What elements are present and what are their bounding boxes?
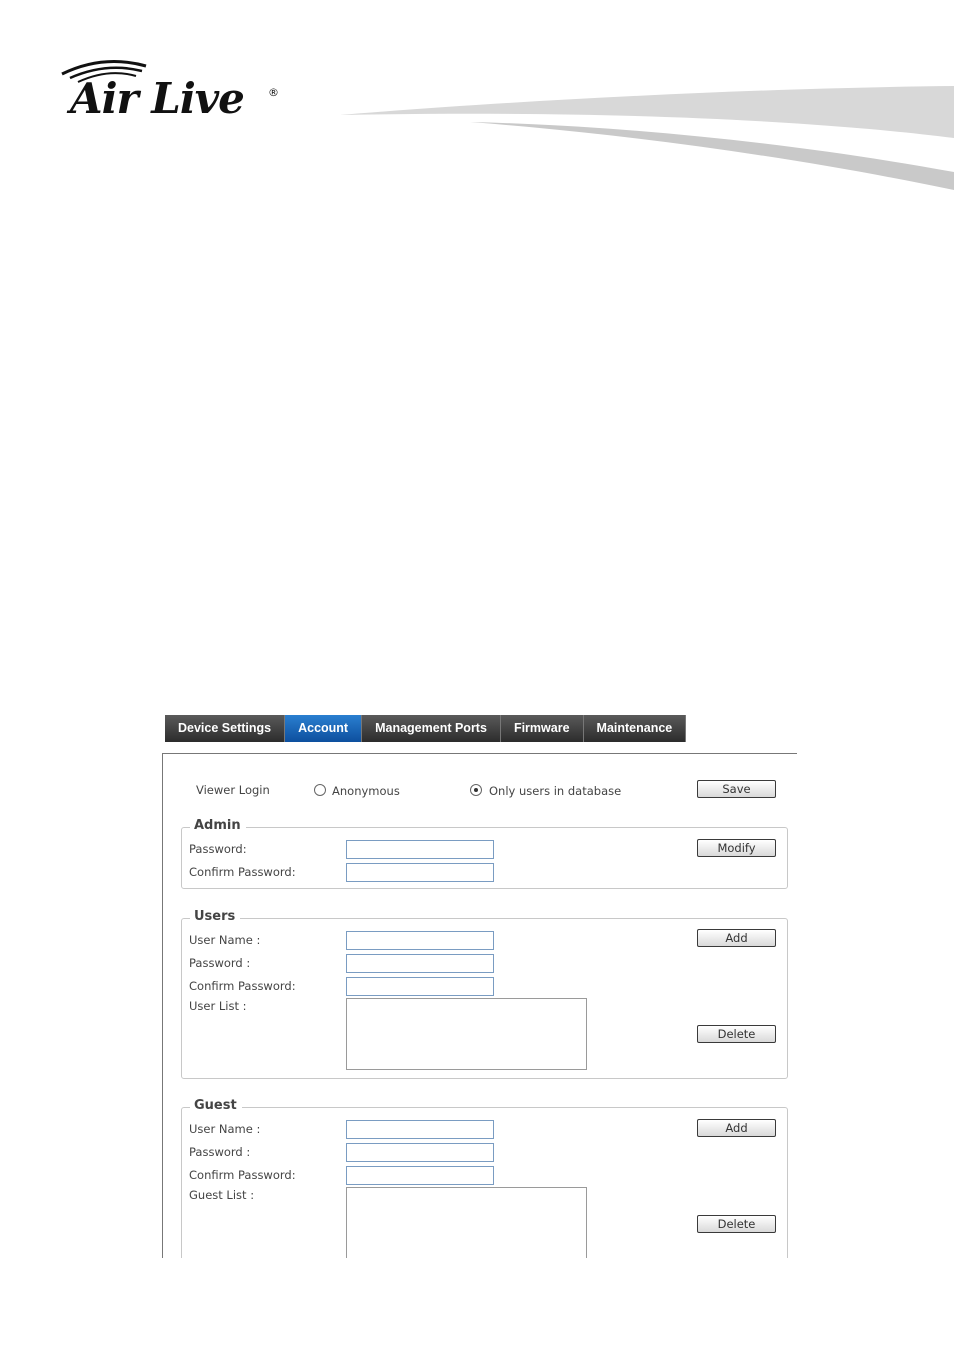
admin-password-input[interactable] [346,840,494,859]
only-users-in-database-radio[interactable] [470,784,482,796]
database-option-label[interactable]: Only users in database [489,784,621,798]
guest-username-input[interactable] [346,1120,494,1139]
account-content: Viewer Login Anonymous Only users in dat… [162,753,797,1258]
user-list-label: User List : [189,999,247,1013]
guest-password-label: Password : [189,1145,251,1159]
tab-maintenance[interactable]: Maintenance [583,715,687,742]
tab-bar: Device Settings Account Management Ports Fi… [162,705,797,754]
users-add-button[interactable]: Add [697,929,776,947]
modify-button[interactable]: Modify [697,839,776,857]
guest-confirm-password-label: Confirm Password: [189,1168,296,1182]
guest-list-box[interactable] [346,1187,587,1258]
admin-password-label: Password: [189,842,247,856]
logo-text: Air Live [70,74,245,123]
guest-delete-button[interactable]: Delete [697,1215,776,1233]
tab-list: Device Settings Account Management Ports Fi… [165,715,687,742]
users-confirm-password-input[interactable] [346,977,494,996]
guest-list-label: Guest List : [189,1188,255,1202]
save-button[interactable]: Save [697,780,776,798]
tab-device-settings[interactable]: Device Settings [165,715,286,742]
users-delete-button[interactable]: Delete [697,1025,776,1043]
viewer-login-label: Viewer Login [196,783,270,797]
guest-add-button[interactable]: Add [697,1119,776,1137]
header-swoosh-graphic [340,86,954,190]
registered-mark: ® [268,86,279,99]
users-password-label: Password : [189,956,251,970]
tab-account[interactable]: Account [285,715,363,742]
users-confirm-password-label: Confirm Password: [189,979,296,993]
users-username-input[interactable] [346,931,494,950]
airlive-logo: Air Live ® [58,56,288,126]
anonymous-radio[interactable] [314,784,326,796]
users-legend: Users [190,909,241,924]
account-settings-panel: Device Settings Account Management Ports Fi… [162,705,797,1258]
admin-confirm-password-label: Confirm Password: [189,865,296,879]
guest-password-input[interactable] [346,1143,494,1162]
guest-username-label: User Name : [189,1122,261,1136]
user-list-box[interactable] [346,998,587,1070]
anonymous-option-label[interactable]: Anonymous [332,784,400,798]
tab-firmware[interactable]: Firmware [500,715,584,742]
admin-legend: Admin [190,818,246,833]
users-username-label: User Name : [189,933,261,947]
guest-confirm-password-input[interactable] [346,1166,494,1185]
admin-confirm-password-input[interactable] [346,863,494,882]
tab-management-ports[interactable]: Management Ports [362,715,501,742]
users-password-input[interactable] [346,954,494,973]
guest-legend: Guest [190,1098,242,1113]
